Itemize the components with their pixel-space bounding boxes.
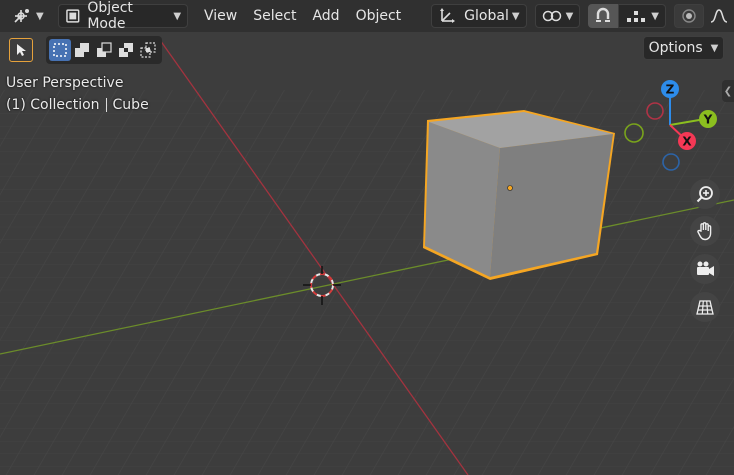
zoom-icon — [696, 186, 713, 203]
cube[interactable] — [423, 110, 615, 280]
menu-object[interactable]: Object — [348, 4, 410, 28]
perspective-toggle-button[interactable] — [690, 292, 720, 322]
grid-perspective-icon — [696, 300, 714, 315]
menu-add[interactable]: Add — [304, 4, 347, 28]
sidebar-toggle[interactable]: ❮ — [722, 80, 734, 102]
cursor-arrow-icon — [17, 44, 26, 56]
object-mode-icon — [65, 9, 80, 23]
mode-label: Object Mode — [87, 0, 133, 32]
y-label: Y — [703, 113, 713, 127]
header-menus: View Select Add Object — [196, 4, 409, 28]
invert-mode[interactable] — [115, 39, 137, 61]
selection-mode-bar — [46, 36, 162, 64]
hand-icon — [697, 222, 712, 241]
chevron-down-icon: ▼ — [173, 10, 182, 22]
select-intersect-icon — [140, 42, 156, 58]
floor-grid — [0, 90, 734, 475]
options-label: Options — [648, 40, 703, 56]
object-label: Cube — [112, 97, 149, 113]
chevron-down-icon: ▼ — [710, 42, 719, 54]
editor-type-icon — [14, 9, 29, 23]
chevron-down-icon: ▼ — [651, 10, 659, 22]
select-invert-icon — [119, 43, 133, 57]
z-label: Z — [666, 83, 675, 97]
selection-mode-group — [46, 36, 162, 64]
menu-select[interactable]: Select — [245, 4, 304, 28]
falloff-dropdown[interactable] — [704, 4, 734, 28]
snap-increment-icon — [627, 11, 646, 22]
perspective-label: User Perspective — [6, 75, 124, 91]
magnet-icon — [596, 7, 611, 22]
select-subtract-icon — [97, 42, 112, 57]
pivot-link-icon — [542, 10, 561, 22]
proportional-editing-toggle[interactable] — [674, 4, 704, 28]
select-box-mode[interactable] — [49, 39, 71, 61]
pan-button[interactable] — [690, 216, 720, 246]
transform-orientation-dropdown[interactable]: Global ▼ — [431, 4, 527, 28]
chevron-down-icon: ▼ — [36, 10, 44, 22]
options-dropdown[interactable]: Options ▼ — [643, 36, 724, 60]
camera-view-button[interactable] — [690, 254, 720, 284]
orientation-icon — [440, 8, 456, 23]
pivot-point-dropdown[interactable]: ▼ — [534, 4, 581, 28]
collection-info: (1) Collection Cube — [6, 97, 149, 113]
mode-dropdown[interactable]: Object Mode ▼ — [57, 0, 189, 32]
chevron-left-icon: ❮ — [723, 85, 733, 97]
3d-viewport[interactable]: Z Y X User Perspective (1) Collection Cub… — [0, 0, 734, 475]
camera-icon — [697, 261, 714, 276]
proportional-edit-icon — [682, 9, 696, 23]
viewport-scene: Z Y X — [0, 0, 734, 475]
zoom-button[interactable] — [690, 179, 720, 209]
active-tool-button[interactable] — [9, 38, 33, 62]
snap-target-dropdown[interactable]: ▼ — [618, 4, 666, 28]
menu-view[interactable]: View — [196, 4, 245, 28]
chevron-down-icon: ▼ — [511, 10, 520, 22]
select-box-icon — [53, 43, 67, 57]
separator — [105, 98, 107, 112]
orientation-label: Global — [464, 8, 509, 24]
collection-label: (1) Collection — [6, 97, 100, 113]
active-tool-area — [9, 36, 33, 64]
chevron-down-icon: ▼ — [565, 10, 574, 22]
extend-mode[interactable] — [71, 39, 93, 61]
snap-toggle[interactable] — [588, 4, 619, 28]
editor-type-dropdown[interactable]: ▼ — [6, 4, 50, 28]
falloff-curve-icon — [710, 9, 728, 23]
select-extend-icon — [75, 43, 89, 57]
intersect-mode[interactable] — [137, 39, 159, 61]
viewport-header: ▼ Object Mode ▼ View Select Add Object G… — [0, 0, 734, 32]
subtract-mode[interactable] — [93, 39, 115, 61]
x-label: X — [682, 135, 692, 149]
